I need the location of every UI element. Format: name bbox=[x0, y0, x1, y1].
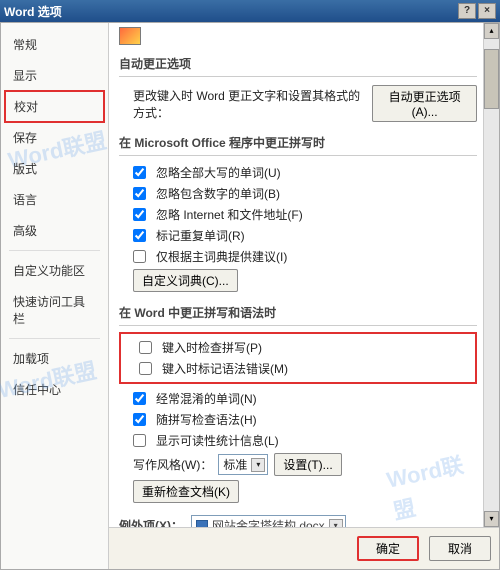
section-autocorrect: 自动更正选项 bbox=[119, 51, 477, 77]
exceptions-label: 例外项(X)： bbox=[119, 517, 183, 527]
close-button[interactable]: × bbox=[478, 3, 496, 19]
color-swatch-icon bbox=[119, 27, 141, 45]
sidebar-item-customize-ribbon[interactable]: 自定义功能区 bbox=[1, 255, 108, 286]
autocorrect-desc: 更改键入时 Word 更正文字和设置其格式的方式： bbox=[133, 87, 366, 121]
window-title: Word 选项 bbox=[4, 3, 62, 20]
sidebar-item-layout[interactable]: 版式 bbox=[1, 153, 108, 184]
recheck-document-button[interactable]: 重新检查文档(K) bbox=[133, 480, 239, 503]
chk-mark-grammar-typing[interactable] bbox=[139, 362, 152, 375]
scroll-thumb[interactable] bbox=[484, 49, 499, 109]
exceptions-value: 网站金字塔结构.docx bbox=[212, 517, 325, 527]
chk-readability[interactable] bbox=[133, 434, 146, 447]
dialog-footer: 确定 取消 bbox=[109, 527, 499, 569]
lbl-mark-grammar-typing: 键入时标记语法错误(M) bbox=[162, 360, 288, 377]
sidebar-item-proofing[interactable]: 校对 bbox=[4, 90, 105, 123]
chk-main-dict-only[interactable] bbox=[133, 250, 146, 263]
writing-style-settings-button[interactable]: 设置(T)... bbox=[274, 453, 341, 476]
lbl-main-dict-only: 仅根据主词典提供建议(I) bbox=[156, 248, 287, 265]
lbl-grammar-with-spell: 随拼写检查语法(H) bbox=[156, 411, 257, 428]
vertical-scrollbar[interactable]: ▴ ▾ bbox=[483, 23, 499, 527]
autocorrect-options-button[interactable]: 自动更正选项(A)... bbox=[372, 85, 477, 122]
lbl-confused-words: 经常混淆的单词(N) bbox=[156, 390, 257, 407]
sidebar-item-addins[interactable]: 加载项 bbox=[1, 343, 108, 374]
lbl-ignore-uppercase: 忽略全部大写的单词(U) bbox=[156, 164, 281, 181]
highlight-box-spellgrammar: 键入时检查拼写(P) 键入时标记语法错误(M) bbox=[119, 332, 477, 384]
sidebar-item-advanced[interactable]: 高级 bbox=[1, 215, 108, 246]
word-doc-icon bbox=[196, 520, 208, 528]
chk-check-spelling-typing[interactable] bbox=[139, 341, 152, 354]
writing-style-value: 标准 bbox=[223, 456, 247, 473]
section-word-spell: 在 Word 中更正拼写和语法时 bbox=[119, 300, 477, 326]
chk-ignore-internet[interactable] bbox=[133, 208, 146, 221]
lbl-ignore-internet: 忽略 Internet 和文件地址(F) bbox=[156, 206, 303, 223]
scroll-down-icon[interactable]: ▾ bbox=[484, 511, 499, 527]
exceptions-select[interactable]: 网站金字塔结构.docx ▾ bbox=[191, 515, 346, 527]
custom-dictionaries-button[interactable]: 自定义词典(C)... bbox=[133, 269, 238, 292]
sidebar-item-quick-access[interactable]: 快速访问工具栏 bbox=[1, 286, 108, 334]
writing-style-select[interactable]: 标准 ▾ bbox=[218, 454, 268, 475]
chk-grammar-with-spell[interactable] bbox=[133, 413, 146, 426]
lbl-ignore-numbers: 忽略包含数字的单词(B) bbox=[156, 185, 280, 202]
lbl-check-spelling-typing: 键入时检查拼写(P) bbox=[162, 339, 262, 356]
help-button[interactable]: ? bbox=[458, 3, 476, 19]
cancel-button[interactable]: 取消 bbox=[429, 536, 491, 561]
ok-button[interactable]: 确定 bbox=[357, 536, 419, 561]
chevron-down-icon: ▾ bbox=[329, 519, 343, 528]
section-office-spell: 在 Microsoft Office 程序中更正拼写时 bbox=[119, 130, 477, 156]
sidebar-item-save[interactable]: 保存 bbox=[1, 122, 108, 153]
scroll-up-icon[interactable]: ▴ bbox=[484, 23, 499, 39]
chk-confused-words[interactable] bbox=[133, 392, 146, 405]
sidebar: 常规 显示 校对 保存 Word联盟 版式 语言 高级 自定义功能区 快速访问工… bbox=[1, 23, 109, 569]
chk-ignore-numbers[interactable] bbox=[133, 187, 146, 200]
lbl-flag-repeated: 标记重复单词(R) bbox=[156, 227, 245, 244]
lbl-readability: 显示可读性统计信息(L) bbox=[156, 432, 279, 449]
chevron-down-icon: ▾ bbox=[251, 458, 265, 472]
sidebar-item-language[interactable]: 语言 bbox=[1, 184, 108, 215]
chk-flag-repeated[interactable] bbox=[133, 229, 146, 242]
sidebar-item-display[interactable]: 显示 bbox=[1, 60, 108, 91]
chk-ignore-uppercase[interactable] bbox=[133, 166, 146, 179]
sidebar-item-general[interactable]: 常规 bbox=[1, 29, 108, 60]
sidebar-item-trust-center[interactable]: 信任中心 bbox=[1, 374, 108, 405]
writing-style-label: 写作风格(W)： bbox=[133, 456, 212, 473]
